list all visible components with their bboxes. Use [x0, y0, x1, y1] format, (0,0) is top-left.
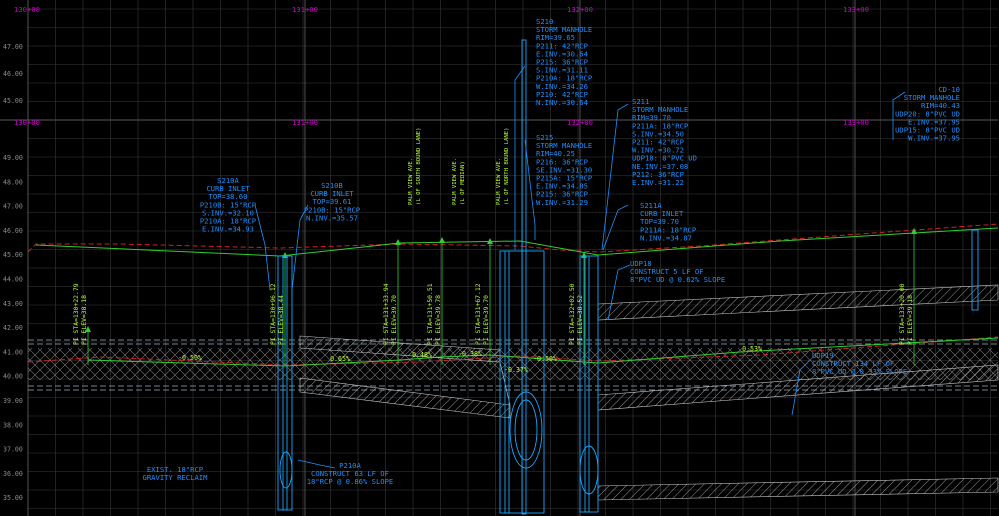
pi-station-label: PI STA=131+67.12 [474, 283, 482, 345]
pi-station-label: PI STA=133+20.00 [898, 283, 906, 345]
slope-label: -0.50% [178, 354, 202, 362]
pi-station-label: PI STA=130+96.12 [269, 283, 277, 345]
pi-station-label: PI STA=131+33.94 [382, 283, 390, 345]
road-label: PALM VIEW AVE. [452, 158, 458, 205]
road-label: (L OF MEDIAN) [460, 161, 466, 205]
pi-elevation-label: PI ELEV=39.70 [482, 295, 490, 345]
pi-elevation-label: PI ELEV=39.18 [906, 295, 914, 345]
elevation-label: 39.00 [3, 397, 23, 405]
pi-elevation-label: PI ELEV=39.78 [434, 295, 442, 345]
slope-label: -0.37% [504, 366, 528, 374]
structure-label: E.INV.=31.22 [632, 178, 684, 187]
structure-label: N.INV.=30.64 [536, 98, 588, 107]
elevation-label: 48.00 [3, 178, 23, 186]
slope-label: 0.65% [330, 355, 350, 363]
structure-label: W.INV.=37.95 [908, 134, 960, 143]
structures [277, 39, 979, 515]
pi-elevation-label: PI ELEV=38.44 [277, 295, 285, 345]
elevation-label: 45.00 [3, 251, 23, 259]
road-label: PALM VIEW AVE. [408, 158, 414, 205]
station-label: 133+00 [843, 5, 869, 14]
station-label: 130+00 [14, 118, 40, 127]
elevation-label: 36.00 [3, 470, 23, 478]
road-label: PALM VIEW AVE. [496, 158, 502, 205]
pipe-note: 18"RCP @ 0.86% SLOPE [307, 477, 394, 486]
cad-profile-drawing[interactable]: 130+00 131+00 132+00 133+00 130+00 131+00 132+… [0, 0, 999, 516]
elevation-label: 45.00 [3, 97, 23, 105]
station-label: 131+00 [292, 5, 318, 14]
elevation-label: 37.00 [3, 446, 23, 454]
pipe-profiles [299, 284, 999, 501]
slope-label: -0.50% [533, 355, 557, 363]
elevation-label: 43.00 [3, 300, 23, 308]
grid [0, 0, 998, 516]
pi-elevation-label: PI ELEV=39.70 [390, 295, 398, 345]
elevation-label: 42.00 [3, 324, 23, 332]
elevation-label: 44.00 [3, 276, 23, 284]
elevation-label: 47.00 [3, 203, 23, 211]
pi-marker [439, 237, 445, 243]
station-label: 133+00 [843, 118, 869, 127]
station-label: 132+00 [567, 5, 593, 14]
road-label: (L OF SOUTH BOUND LANE) [416, 128, 422, 205]
pipe-note: 8"PVC UD @ 0.62% SLOPE [630, 275, 725, 284]
elevation-label: 46.00 [3, 227, 23, 235]
station-label: 131+00 [292, 118, 318, 127]
pi-marker [395, 239, 401, 245]
pipe-note: 8"PVC UD @ 0.33% SLOPE [812, 367, 907, 376]
elevation-label: 47.00 [3, 43, 23, 51]
structure-label: E.INV.=34.93 [202, 225, 254, 234]
elevation-label: 46.00 [3, 70, 23, 78]
axis-labels: 130+00 131+00 132+00 133+00 130+00 131+00 132+… [3, 5, 869, 502]
elevation-label: 40.00 [3, 373, 23, 381]
structure-label: N.INV.=35.57 [306, 213, 358, 222]
elevation-label: 35.00 [3, 494, 23, 502]
pipe-note: GRAVITY RECLAIM [143, 473, 209, 482]
elevation-label: 49.00 [3, 154, 23, 162]
slope-label: 0.53% [742, 345, 762, 353]
road-label: (L OF NORTH BOUND LANE) [504, 128, 510, 205]
elevation-label: 38.00 [3, 421, 23, 429]
structure-label: W.INV.=31.29 [536, 198, 588, 207]
pi-elevation-label: PI ELEV=38.52 [576, 295, 584, 345]
elevation-label: 41.00 [3, 348, 23, 356]
pi-station-label: PI STA=130+22.79 [72, 283, 80, 345]
pi-station-label: PI STA=132+02.50 [568, 283, 576, 345]
station-label: 132+00 [567, 118, 593, 127]
structure-label: N.INV.=34.87 [640, 233, 692, 242]
pi-elevation-label: PI ELEV=38.18 [80, 295, 88, 345]
slope-label: -0.38% [458, 350, 482, 358]
station-label: 130+00 [14, 5, 40, 14]
pi-station-label: PI STA=131+50.51 [426, 283, 434, 345]
slope-label: 0.48% [412, 351, 432, 359]
